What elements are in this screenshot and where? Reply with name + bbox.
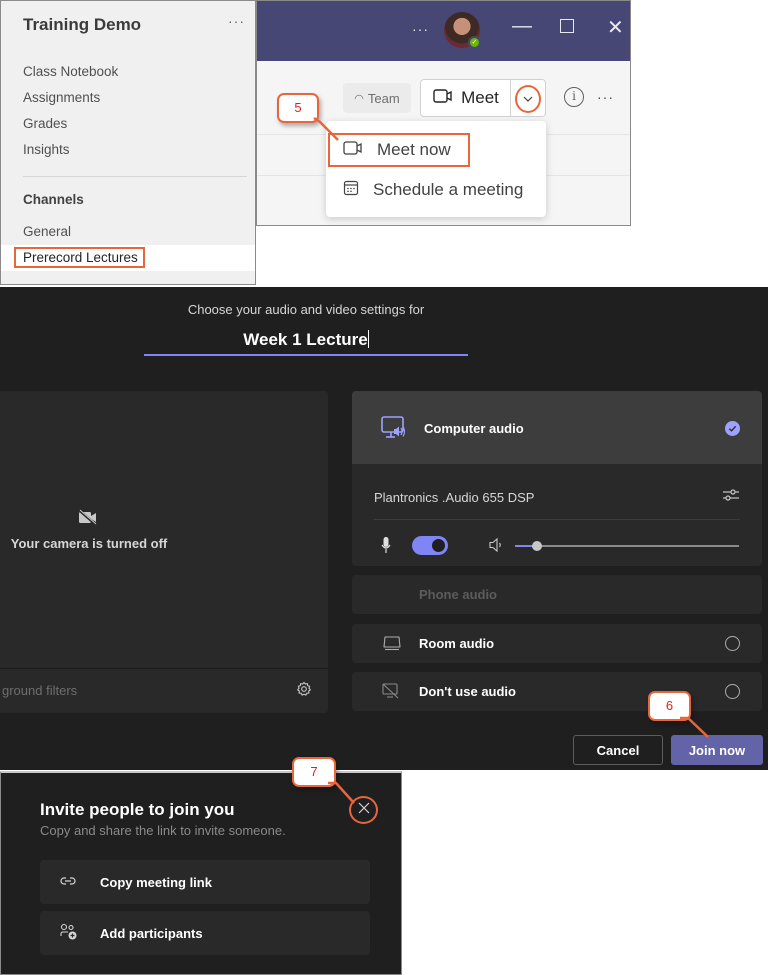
- microphone-icon: [381, 536, 391, 559]
- copy-meeting-link-button[interactable]: Copy meeting link: [40, 860, 370, 904]
- menu-item-schedule-meeting[interactable]: Schedule a meeting: [326, 171, 546, 209]
- callout-arrow: [313, 116, 339, 141]
- minimize-icon[interactable]: —: [512, 15, 532, 38]
- maximize-icon[interactable]: [560, 19, 574, 33]
- room-audio-label: Room audio: [419, 636, 495, 651]
- no-audio-option[interactable]: Don't use audio: [352, 672, 762, 711]
- background-filters-label: ground filters: [2, 683, 78, 698]
- no-audio-label: Don't use audio: [419, 684, 516, 699]
- slider-thumb[interactable]: [532, 541, 543, 551]
- meet-dropdown-menu: Meet now Schedule a meeting: [326, 121, 546, 217]
- phone-audio-option: Phone audio: [352, 575, 762, 614]
- channels-heading: Channels: [23, 192, 84, 207]
- add-people-icon: [60, 923, 78, 946]
- divider: [23, 176, 247, 177]
- prejoin-screen: Choose your audio and video settings for…: [0, 287, 768, 770]
- microphone-toggle[interactable]: [412, 536, 448, 555]
- room-device-icon: [382, 635, 402, 656]
- presence-available-icon: ✓: [468, 36, 481, 49]
- no-audio-icon: [382, 683, 400, 704]
- camera-off-icon: [78, 509, 98, 530]
- room-audio-radio[interactable]: [725, 636, 740, 651]
- add-participants-button[interactable]: Add participants: [40, 911, 370, 955]
- invite-subtitle: Copy and share the link to invite someon…: [40, 823, 286, 838]
- callout-arrow: [680, 716, 709, 738]
- copy-meeting-link-label: Copy meeting link: [100, 874, 212, 890]
- computer-speaker-icon: [381, 416, 407, 445]
- eye-icon: ◠: [354, 92, 364, 105]
- speaker-icon: [488, 537, 504, 558]
- background-filters-bar[interactable]: ground filters: [0, 668, 328, 713]
- info-icon[interactable]: i: [564, 87, 584, 107]
- gear-icon[interactable]: [296, 681, 312, 702]
- no-audio-radio[interactable]: [725, 684, 740, 699]
- meet-button[interactable]: Meet: [420, 79, 511, 117]
- meeting-title-text: Week 1 Lecture: [243, 330, 368, 349]
- prejoin-subtitle: Choose your audio and video settings for: [187, 302, 425, 317]
- team-sidebar: Training Demo ··· Class Notebook Assignm…: [0, 0, 256, 285]
- link-icon: [60, 874, 76, 892]
- camera-status-text: Your camera is turned off: [10, 536, 168, 551]
- team-name: Training Demo: [23, 15, 142, 34]
- meet-dropdown-button[interactable]: [510, 79, 546, 117]
- teams-window: ··· ✓ — ✕ ◠ Team Meet i ··· Meet now Sch…: [256, 0, 631, 226]
- phone-audio-label: Phone audio: [419, 587, 497, 602]
- ellipsis-icon[interactable]: ···: [597, 89, 614, 105]
- highlight-circle: [515, 85, 541, 113]
- computer-audio-option[interactable]: Computer audio Plantronics .Audio 655 DS…: [352, 391, 762, 566]
- room-audio-option[interactable]: Room audio: [352, 624, 762, 663]
- divider: [374, 519, 740, 520]
- toggle-knob: [432, 539, 445, 552]
- invite-panel: Invite people to join you Copy and share…: [0, 757, 402, 975]
- video-preview: Your camera is turned off ground filters: [0, 391, 328, 713]
- menu-item-label: Schedule a meeting: [373, 180, 524, 199]
- channel-general[interactable]: General: [23, 224, 71, 239]
- invite-title: Invite people to join you: [40, 800, 235, 819]
- callout-arrow: [328, 781, 355, 804]
- nav-item-class-notebook[interactable]: Class Notebook: [23, 64, 118, 79]
- add-participants-label: Add participants: [100, 925, 203, 941]
- team-button-label: Team: [367, 90, 400, 106]
- nav-item-insights[interactable]: Insights: [23, 142, 70, 157]
- calendar-icon: [343, 180, 359, 201]
- close-icon[interactable]: ✕: [607, 15, 624, 40]
- video-camera-icon: [433, 88, 453, 108]
- speaker-volume-slider[interactable]: [515, 541, 739, 551]
- audio-device-name[interactable]: Plantronics .Audio 655 DSP: [374, 490, 534, 505]
- device-settings-icon[interactable]: [722, 487, 740, 508]
- nav-item-grades[interactable]: Grades: [23, 116, 67, 131]
- meeting-title-input[interactable]: Week 1 Lecture: [144, 330, 468, 350]
- computer-audio-header[interactable]: [352, 391, 762, 464]
- ellipsis-icon[interactable]: ···: [228, 13, 245, 29]
- selected-check-icon: [725, 421, 740, 436]
- nav-item-assignments[interactable]: Assignments: [23, 90, 100, 105]
- team-button[interactable]: ◠ Team: [343, 83, 411, 113]
- meet-button-label: Meet: [461, 88, 499, 107]
- title-underline: [144, 354, 468, 356]
- computer-audio-label: Computer audio: [424, 421, 524, 436]
- text-caret: [367, 330, 369, 348]
- highlight-box: [14, 247, 145, 268]
- cancel-button[interactable]: Cancel: [573, 735, 663, 765]
- ellipsis-icon[interactable]: ···: [412, 21, 429, 37]
- title-bar: ··· ✓ — ✕: [257, 1, 630, 61]
